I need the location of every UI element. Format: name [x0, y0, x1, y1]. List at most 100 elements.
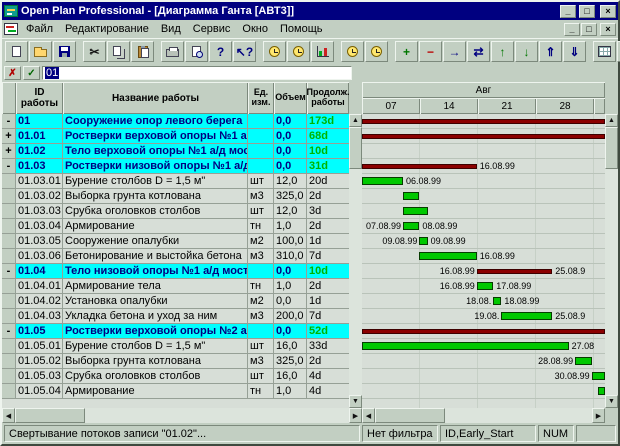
unit-cell[interactable]: шт [248, 339, 274, 353]
task-name-cell[interactable]: Выборка грунта котлована [63, 354, 248, 368]
context-help-button[interactable]: ↖? [233, 41, 256, 62]
task-row-01[interactable]: -01Сооружение опор левого берега0,0173d [2, 114, 349, 129]
task-id-cell[interactable]: 01.03.03 [16, 204, 63, 218]
task-id-cell[interactable]: 01.02 [16, 144, 63, 158]
add-activity-button[interactable]: + [395, 41, 418, 62]
task-row-01.05.01[interactable]: 01.05.01Бурение столбов D = 1,5 м"шт16,0… [2, 339, 349, 354]
gantt-scroll-thumb[interactable] [605, 127, 618, 169]
unit-cell[interactable] [248, 324, 274, 338]
gantt-bar-01.05.02[interactable] [575, 357, 591, 365]
task-name-cell[interactable]: Сооружение опор левого берега [63, 114, 248, 128]
task-row-01.03.06[interactable]: 01.03.06Бетонирование и выстойка бетонам… [2, 249, 349, 264]
unit-cell[interactable] [248, 114, 274, 128]
link-activities-button[interactable]: → [443, 41, 466, 62]
table-hscroll-thumb[interactable] [15, 408, 85, 423]
task-id-cell[interactable]: 01.05.03 [16, 369, 63, 383]
task-name-cell[interactable]: Выборка грунта котлована [63, 189, 248, 203]
duration-cell[interactable]: 2d [307, 354, 349, 368]
menu-view[interactable]: Вид [155, 22, 187, 36]
duration-cell[interactable]: 7d [307, 249, 349, 263]
unit-cell[interactable] [248, 144, 274, 158]
task-name-cell[interactable]: Тело верховой опоры №1 а/д моста [63, 144, 248, 158]
volume-cell[interactable]: 0,0 [274, 159, 307, 173]
task-name-cell[interactable]: Бурение столбов D = 1,5 м" [63, 174, 248, 188]
open-button[interactable] [29, 41, 52, 62]
gantt-bar-01.03.05[interactable] [419, 237, 427, 245]
task-name-cell[interactable]: Армирование [63, 384, 248, 398]
table-hscroll-track[interactable] [85, 408, 349, 423]
task-name-cell[interactable]: Ростверки низовой опоры №1 а/д м [63, 159, 248, 173]
gantt-bar-01.05.03[interactable] [592, 372, 605, 380]
unit-cell[interactable]: м3 [248, 249, 274, 263]
task-id-cell[interactable]: 01.03.02 [16, 189, 63, 203]
volume-cell[interactable]: 16,0 [274, 369, 307, 383]
task-id-cell[interactable]: 01.04 [16, 264, 63, 278]
task-row-01.05[interactable]: -01.05Ростверки верховой опоры №2 а/д0,0… [2, 324, 349, 339]
task-id-cell[interactable]: 01.05 [16, 324, 63, 338]
duration-cell[interactable]: 3d [307, 204, 349, 218]
table-horizontal-scrollbar[interactable]: ◀ ▶ [2, 408, 362, 423]
menu-file[interactable]: Файл [20, 22, 59, 36]
gantt-vertical-scrollbar[interactable]: ▲ ▼ [605, 114, 618, 408]
gantt-scroll-down-button[interactable]: ▼ [605, 395, 618, 408]
mdi-minimize-button[interactable]: _ [564, 23, 580, 36]
cell-edit-input[interactable]: 01 [42, 66, 352, 80]
volume-cell[interactable]: 310,0 [274, 249, 307, 263]
save-button[interactable] [53, 41, 76, 62]
unit-cell[interactable]: тн [248, 219, 274, 233]
task-id-cell[interactable]: 01.05.01 [16, 339, 63, 353]
unit-cell[interactable]: м2 [248, 294, 274, 308]
menu-edit[interactable]: Редактирование [59, 22, 155, 36]
copy-button[interactable] [107, 41, 130, 62]
task-row-01.04.01[interactable]: 01.04.01Армирование телатн1,02d [2, 279, 349, 294]
task-id-cell[interactable]: 01.05.02 [16, 354, 63, 368]
mdi-restore-button[interactable]: □ [581, 23, 597, 36]
paste-button[interactable] [131, 41, 154, 62]
gantt-bar-01.04.02[interactable] [493, 297, 501, 305]
progress-clock-button[interactable] [341, 41, 364, 62]
gantt-bar-01.03.06[interactable] [419, 252, 476, 260]
print-button[interactable] [161, 41, 184, 62]
duration-cell[interactable]: 33d [307, 339, 349, 353]
help-button[interactable]: ? [209, 41, 232, 62]
column-header-name[interactable]: Название работы [63, 82, 248, 114]
task-id-cell[interactable]: 01.04.01 [16, 279, 63, 293]
menu-tools[interactable]: Сервис [187, 22, 237, 36]
duration-cell[interactable]: 2d [307, 219, 349, 233]
cancel-edit-button[interactable]: ✗ [4, 66, 21, 80]
cut-button[interactable]: ✂ [83, 41, 106, 62]
unit-cell[interactable] [248, 129, 274, 143]
unit-cell[interactable] [248, 159, 274, 173]
menu-window[interactable]: Окно [236, 22, 274, 36]
expand-toggle[interactable]: - [2, 324, 16, 338]
expand-toggle[interactable]: - [2, 264, 16, 278]
gantt-bar-01.03.03[interactable] [403, 207, 428, 215]
gantt-bar-01.03[interactable] [362, 164, 477, 169]
task-name-cell[interactable]: Армирование [63, 219, 248, 233]
print-preview-button[interactable] [185, 41, 208, 62]
unit-cell[interactable]: шт [248, 174, 274, 188]
duration-cell[interactable]: 4d [307, 384, 349, 398]
volume-cell[interactable]: 200,0 [274, 309, 307, 323]
task-id-cell[interactable]: 01.03.05 [16, 234, 63, 248]
gantt-scroll-left-button[interactable]: ◀ [362, 408, 375, 423]
gantt-bar-01.03.01[interactable] [362, 177, 403, 185]
menu-help[interactable]: Помощь [274, 22, 329, 36]
volume-cell[interactable]: 0,0 [274, 144, 307, 158]
task-row-01.03[interactable]: -01.03Ростверки низовой опоры №1 а/д м0,… [2, 159, 349, 174]
duration-cell[interactable]: 2d [307, 279, 349, 293]
relink-button[interactable]: ⇄ [467, 41, 490, 62]
table-scroll-up-button[interactable]: ▲ [349, 114, 362, 127]
task-row-01.03.01[interactable]: 01.03.01Бурение столбов D = 1,5 м"шт12,0… [2, 174, 349, 189]
volume-cell[interactable]: 1,0 [274, 384, 307, 398]
gantt-bar-01.03.04[interactable] [403, 222, 419, 230]
gantt-bar-01.01[interactable] [362, 134, 605, 139]
task-row-01.03.04[interactable]: 01.03.04Армированиетн1,02d [2, 219, 349, 234]
unit-cell[interactable]: м3 [248, 189, 274, 203]
unit-cell[interactable]: тн [248, 279, 274, 293]
resource-scheduling-button[interactable] [287, 41, 310, 62]
time-analysis-button[interactable] [263, 41, 286, 62]
new-document-button[interactable] [5, 41, 28, 62]
task-id-cell[interactable]: 01.01 [16, 129, 63, 143]
mdi-close-button[interactable]: × [600, 23, 616, 36]
